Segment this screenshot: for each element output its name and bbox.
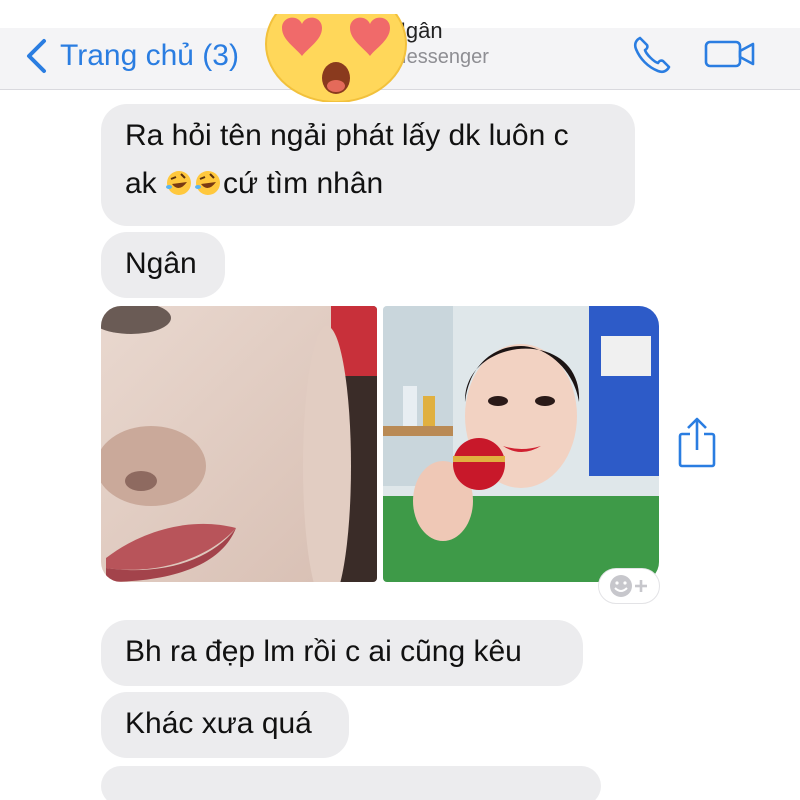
photo-image <box>101 306 377 582</box>
face-closeup-photo[interactable] <box>101 306 377 582</box>
smiley-plus-icon <box>610 575 647 597</box>
rofl-emoji <box>166 171 192 195</box>
message-text-line2: ak cứ tìm nhân <box>125 167 384 200</box>
rofl-emoji <box>195 171 221 195</box>
photo-image <box>383 306 659 582</box>
heart-eyes-emoji <box>265 14 407 102</box>
add-reaction-button[interactable] <box>598 568 660 604</box>
message-bubble[interactable]: Ra hỏi tên ngải phát lấy dk luôn c ak cứ… <box>101 104 635 226</box>
chevron-left-icon <box>27 39 46 73</box>
message-bubble[interactable]: Bh ra đẹp lm rồi c ai cũng kêu <box>101 620 583 686</box>
back-button[interactable]: Trang chủ (3) <box>24 36 239 76</box>
message-text: Khác xưa quá <box>125 707 312 740</box>
phone-icon[interactable] <box>630 34 674 74</box>
video-camera-icon[interactable] <box>704 38 756 70</box>
message-text: Ra hỏi tên ngải phát lấy dk luôn c <box>125 119 569 152</box>
message-bubble[interactable]: Khác xưa quá <box>101 692 349 758</box>
message-bubble[interactable]: Ngân <box>101 232 225 298</box>
message-text: Ngân <box>125 247 197 280</box>
message-bubble-partial[interactable] <box>101 766 601 800</box>
message-text: Bh ra đẹp lm rồi c ai cũng kêu <box>125 635 522 668</box>
selfie-with-cream-jar-photo[interactable] <box>383 306 659 582</box>
back-label: Trang chủ (3) <box>60 39 239 72</box>
share-icon[interactable] <box>676 416 718 470</box>
